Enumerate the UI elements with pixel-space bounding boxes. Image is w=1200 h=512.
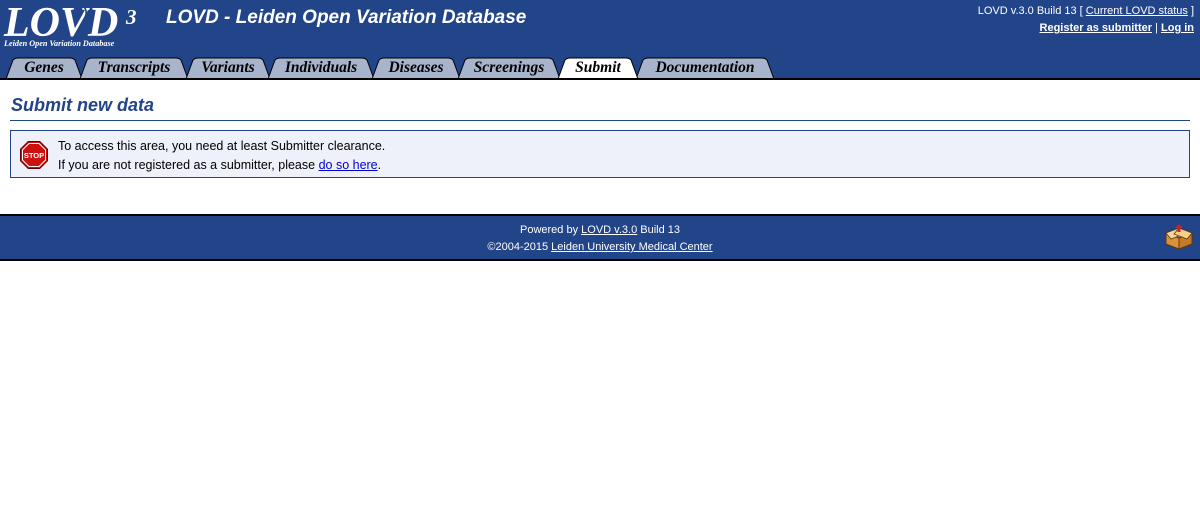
tab-underline bbox=[0, 78, 1200, 80]
tab-bar: Genes Transcripts Variants Individuals Disea… bbox=[0, 55, 1200, 80]
register-link[interactable]: Register as submitter bbox=[1040, 22, 1152, 34]
tab-diseases[interactable]: Diseases bbox=[372, 58, 460, 78]
account-links: Register as submitter | Log in bbox=[1040, 22, 1194, 34]
lovd-version-link[interactable]: LOVD v.3.0 bbox=[581, 224, 637, 236]
lovd-logo[interactable]: LOVD 3 Leiden Open Variation Database bbox=[0, 0, 150, 55]
tab-documentation[interactable]: Documentation bbox=[636, 58, 774, 78]
footer-copyright: ©2004-2015 Leiden University Medical Cen… bbox=[0, 241, 1200, 253]
page-title: Submit new data bbox=[11, 95, 155, 115]
tab-individuals[interactable]: Individuals bbox=[268, 58, 374, 78]
tab-genes[interactable]: Genes bbox=[6, 58, 82, 78]
tab-variants[interactable]: Variants bbox=[186, 58, 270, 78]
current-status-link[interactable]: Current LOVD status bbox=[1086, 5, 1188, 17]
message-box: STOP To access this area, you need at le… bbox=[10, 130, 1190, 178]
title-rule bbox=[10, 120, 1190, 121]
version-close: ] bbox=[1190, 5, 1194, 17]
message-line-2-text: If you are not registered as a submitter… bbox=[58, 158, 319, 172]
footer: Powered by LOVD v.3.0 Build 13 ©2004-201… bbox=[0, 214, 1200, 261]
message-line-2-end: . bbox=[377, 158, 382, 172]
header: LOVD 3 Leiden Open Variation Database LO… bbox=[0, 0, 1200, 55]
lumc-link[interactable]: Leiden University Medical Center bbox=[551, 241, 712, 253]
login-link[interactable]: Log in bbox=[1161, 22, 1194, 34]
footer-powered: Powered by LOVD v.3.0 Build 13 bbox=[0, 224, 1200, 236]
register-here-link[interactable]: do so here bbox=[319, 158, 378, 172]
tab-submit[interactable]: Submit bbox=[558, 58, 638, 78]
logo-superscript: 3 bbox=[125, 5, 137, 29]
message-line-1: To access this area, you need at least S… bbox=[58, 139, 386, 153]
site-title: LOVD - Leiden Open Variation Database bbox=[166, 7, 527, 28]
stop-icon: STOP bbox=[20, 141, 48, 169]
logo-subtitle: Leiden Open Variation Database bbox=[3, 39, 115, 48]
powered-suffix: Build 13 bbox=[637, 224, 680, 236]
tab-transcripts[interactable]: Transcripts bbox=[80, 58, 188, 78]
version-info: LOVD v.3.0 Build 13 [ Current LOVD statu… bbox=[978, 5, 1194, 17]
tab-screenings[interactable]: Screenings bbox=[458, 58, 560, 78]
message-line-2: If you are not registered as a submitter… bbox=[58, 158, 381, 172]
powered-prefix: Powered by bbox=[519, 224, 582, 236]
stop-icon-text: STOP bbox=[24, 151, 44, 160]
box-icon[interactable] bbox=[1164, 224, 1194, 250]
link-separator: | bbox=[1155, 22, 1158, 34]
copyright-prefix: ©2004-2015 bbox=[487, 241, 552, 253]
version-text: LOVD v.3.0 Build 13 [ bbox=[977, 5, 1083, 17]
